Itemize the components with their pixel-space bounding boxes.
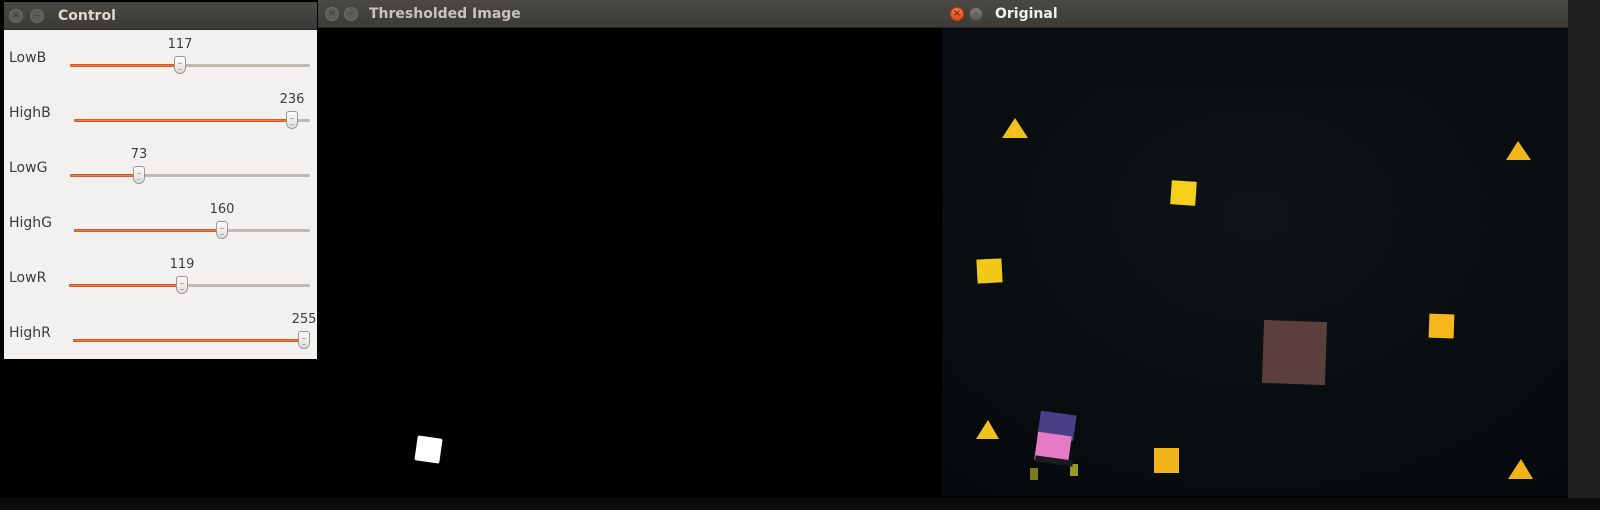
slider-value: 119 (169, 257, 195, 272)
camera-background (942, 28, 1568, 496)
window-title: Thresholded Image (369, 6, 521, 22)
slider-label: HighB (9, 105, 51, 121)
marker-square (1170, 180, 1197, 206)
slider-value: 117 (167, 37, 193, 52)
close-icon[interactable]: × (950, 7, 964, 21)
slider-fill (74, 119, 292, 122)
control-titlebar[interactable]: × – Control (4, 2, 317, 30)
slider-thumb[interactable] (174, 56, 186, 74)
slider-row-highb: HighB 236 (4, 90, 317, 145)
slider-thumb[interactable] (216, 221, 228, 239)
slider-fill (73, 339, 304, 342)
slider-row-lowr: LowR 119 (4, 255, 317, 310)
slider-thumb[interactable] (286, 111, 298, 129)
minimize-icon[interactable]: – (30, 9, 44, 23)
slider-track[interactable] (69, 276, 310, 294)
slider-thumb[interactable] (133, 166, 145, 184)
thresholded-window: × – Thresholded Image (318, 0, 942, 500)
slider-label: LowR (9, 270, 47, 286)
slider-track[interactable] (74, 221, 310, 239)
slider-fill (70, 64, 180, 67)
slider-row-highr: HighR 255 (4, 310, 317, 359)
slider-track[interactable] (73, 331, 310, 349)
desktop-background (1568, 0, 1600, 510)
threshold-blob (414, 435, 443, 464)
desktop-bottom-edge (0, 498, 1600, 510)
brown-square (1261, 319, 1328, 386)
original-window: × – Original (942, 0, 1568, 496)
camera-top-shadow (942, 28, 1568, 88)
slider-fill (74, 229, 222, 232)
slider-value: 255 (291, 312, 317, 327)
slider-thumb[interactable] (176, 276, 188, 294)
slider-track[interactable] (70, 166, 310, 184)
slider-row-lowg: LowG 73 (4, 145, 317, 200)
slider-row-lowb: LowB 117 (4, 35, 317, 90)
slider-fill (69, 284, 182, 287)
slider-label: LowG (9, 160, 48, 176)
minimize-icon[interactable]: – (969, 7, 983, 21)
slider-fill (70, 174, 139, 177)
marker-square (1154, 448, 1179, 473)
camera-image (942, 28, 1568, 496)
slider-track[interactable] (74, 111, 310, 129)
original-titlebar[interactable]: × – Original (942, 0, 1568, 28)
slider-track[interactable] (70, 56, 310, 74)
control-window: × – Control LowB 117 HighB 236 LowG 73 H… (4, 2, 317, 359)
marker-square (1428, 313, 1455, 339)
thresholded-titlebar[interactable]: × – Thresholded Image (318, 0, 942, 28)
window-title: Control (58, 8, 116, 24)
marker-square (976, 258, 1003, 284)
slider-label: HighG (9, 215, 53, 231)
minimize-icon[interactable]: – (344, 7, 358, 21)
slider-label: LowB (9, 50, 47, 66)
slider-label: HighR (9, 325, 51, 341)
window-title: Original (995, 6, 1058, 22)
slider-value: 236 (279, 92, 305, 107)
slider-value: 73 (130, 147, 148, 162)
slider-value: 160 (209, 202, 235, 217)
close-icon[interactable]: × (9, 9, 23, 23)
slider-thumb[interactable] (298, 331, 310, 349)
close-icon[interactable]: × (325, 7, 339, 21)
slider-row-highg: HighG 160 (4, 200, 317, 255)
